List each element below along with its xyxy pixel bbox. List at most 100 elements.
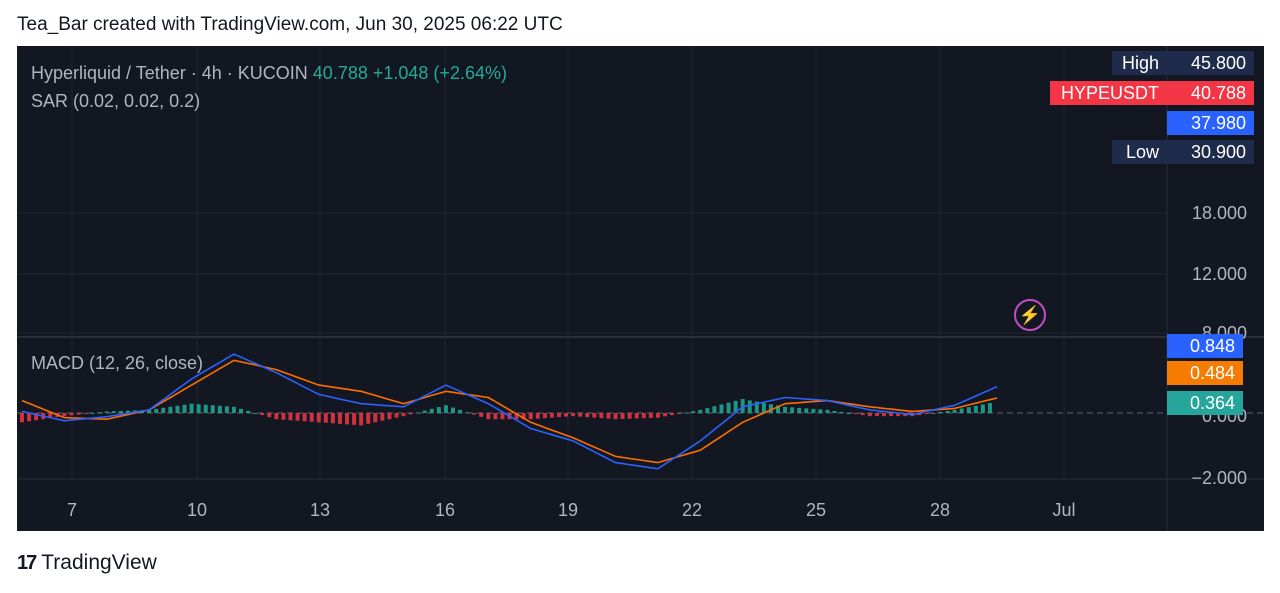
histogram-bar <box>804 408 809 413</box>
histogram-bar <box>634 413 639 419</box>
histogram-bar <box>246 410 251 413</box>
histogram-bar <box>987 403 992 413</box>
histogram-bar <box>698 409 703 413</box>
histogram-bar <box>239 408 244 413</box>
histogram-bar <box>549 413 554 418</box>
histogram-bar <box>210 405 215 413</box>
symbol-tag: HYPEUSDT <box>1050 81 1167 105</box>
macd-tick: −2.000 <box>1191 468 1247 488</box>
date-label: 28 <box>929 500 951 520</box>
histogram-bar <box>952 409 957 413</box>
histogram-bar <box>168 406 173 413</box>
tradingview-logo-icon: 17 <box>17 551 37 574</box>
histogram-bar <box>429 408 434 413</box>
price-tick: 18.000 <box>1191 203 1247 223</box>
histogram-bar <box>302 413 307 422</box>
histogram-bar <box>853 413 858 415</box>
brand-name: TradingView <box>41 551 157 574</box>
date-label: 10 <box>186 500 208 520</box>
histogram-bar <box>330 413 335 424</box>
chart-frame[interactable]: Hyperliquid / Tether · 4h · KUCOIN 40.78… <box>17 46 1264 531</box>
histogram-bar <box>323 413 328 423</box>
histogram-bar <box>592 413 597 418</box>
last-price: 40.788 <box>312 63 368 83</box>
histogram-bar <box>189 403 194 413</box>
histogram-bar <box>677 413 682 414</box>
histogram-bar <box>274 413 279 420</box>
histogram-bar <box>288 413 293 421</box>
date-label: 13 <box>309 500 331 520</box>
histogram-bar <box>182 404 187 413</box>
histogram-bar <box>422 410 427 413</box>
signal-value-tag: 0.484 <box>1167 361 1243 385</box>
histogram-bar <box>867 413 872 417</box>
histogram-bar <box>337 413 342 424</box>
histogram-bar <box>479 413 484 417</box>
histogram-bar <box>104 411 109 413</box>
histogram-bar <box>641 413 646 419</box>
low-label: Low <box>1112 140 1167 164</box>
histogram-bar <box>705 408 710 413</box>
sar-value-tag: 37.980 <box>1167 111 1254 135</box>
sar-legend[interactable]: SAR (0.02, 0.02, 0.2) <box>31 91 200 112</box>
histogram-bar <box>486 413 491 420</box>
histogram-bar <box>528 413 533 420</box>
histogram-bar <box>62 413 67 417</box>
histogram-bar <box>938 411 943 413</box>
histogram-bar <box>111 411 116 413</box>
date-label: 22 <box>681 500 703 520</box>
histogram-bar <box>345 413 350 425</box>
histogram-bar <box>684 412 689 414</box>
hist-value-tag: 0.364 <box>1167 391 1243 415</box>
histogram-bar <box>620 413 625 419</box>
histogram-bar <box>783 406 788 413</box>
low-value: 30.900 <box>1167 140 1254 164</box>
histogram-bar <box>726 402 731 413</box>
histogram-bar <box>380 413 385 421</box>
signal-line <box>21 359 998 464</box>
histogram-bar <box>217 405 222 413</box>
histogram-bar <box>316 413 321 423</box>
chart-canvas[interactable] <box>17 46 1264 531</box>
histogram-bar <box>959 408 964 413</box>
high-label: High <box>1112 51 1167 75</box>
histogram-bar <box>415 412 420 414</box>
footer: 17 TradingView <box>17 551 157 575</box>
histogram-bar <box>874 413 879 417</box>
histogram-bar <box>535 413 540 419</box>
histogram-bar <box>295 413 300 421</box>
histogram-bar <box>436 407 441 413</box>
date-label: 25 <box>805 500 827 520</box>
histogram-bar <box>825 409 830 413</box>
histogram-bar <box>556 413 561 418</box>
symbol-title: Hyperliquid / Tether · 4h · KUCOIN <box>31 63 308 83</box>
histogram-bar <box>712 406 717 413</box>
histogram-bar <box>797 407 802 413</box>
lightning-bolt-icon[interactable]: ⚡ <box>1014 299 1046 331</box>
histogram-bar <box>889 413 894 417</box>
histogram-bar <box>443 405 448 413</box>
histogram-bar <box>394 413 399 418</box>
date-label: 19 <box>557 500 579 520</box>
price-tick: 12.000 <box>1191 264 1247 284</box>
histogram-bar <box>408 413 413 415</box>
histogram-bar <box>175 405 180 413</box>
histogram-bar <box>387 413 392 420</box>
macd-legend[interactable]: MACD (12, 26, close) <box>31 353 203 374</box>
histogram-bar <box>719 404 724 413</box>
last-price-tag: 40.788 <box>1167 81 1254 105</box>
symbol-legend[interactable]: Hyperliquid / Tether · 4h · KUCOIN 40.78… <box>31 63 507 84</box>
histogram-bar <box>281 413 286 420</box>
histogram-bar <box>790 407 795 413</box>
histogram-bar <box>655 413 660 418</box>
histogram-bar <box>309 413 314 422</box>
histogram-bar <box>578 413 583 417</box>
histogram-bar <box>832 410 837 413</box>
histogram-bar <box>691 411 696 413</box>
histogram-bar <box>352 413 357 425</box>
histogram-bar <box>585 413 590 418</box>
chart-caption: Tea_Bar created with TradingView.com, Ju… <box>17 14 563 35</box>
histogram-bar <box>196 404 201 413</box>
histogram-bar <box>472 413 477 415</box>
histogram-bar <box>627 413 632 419</box>
